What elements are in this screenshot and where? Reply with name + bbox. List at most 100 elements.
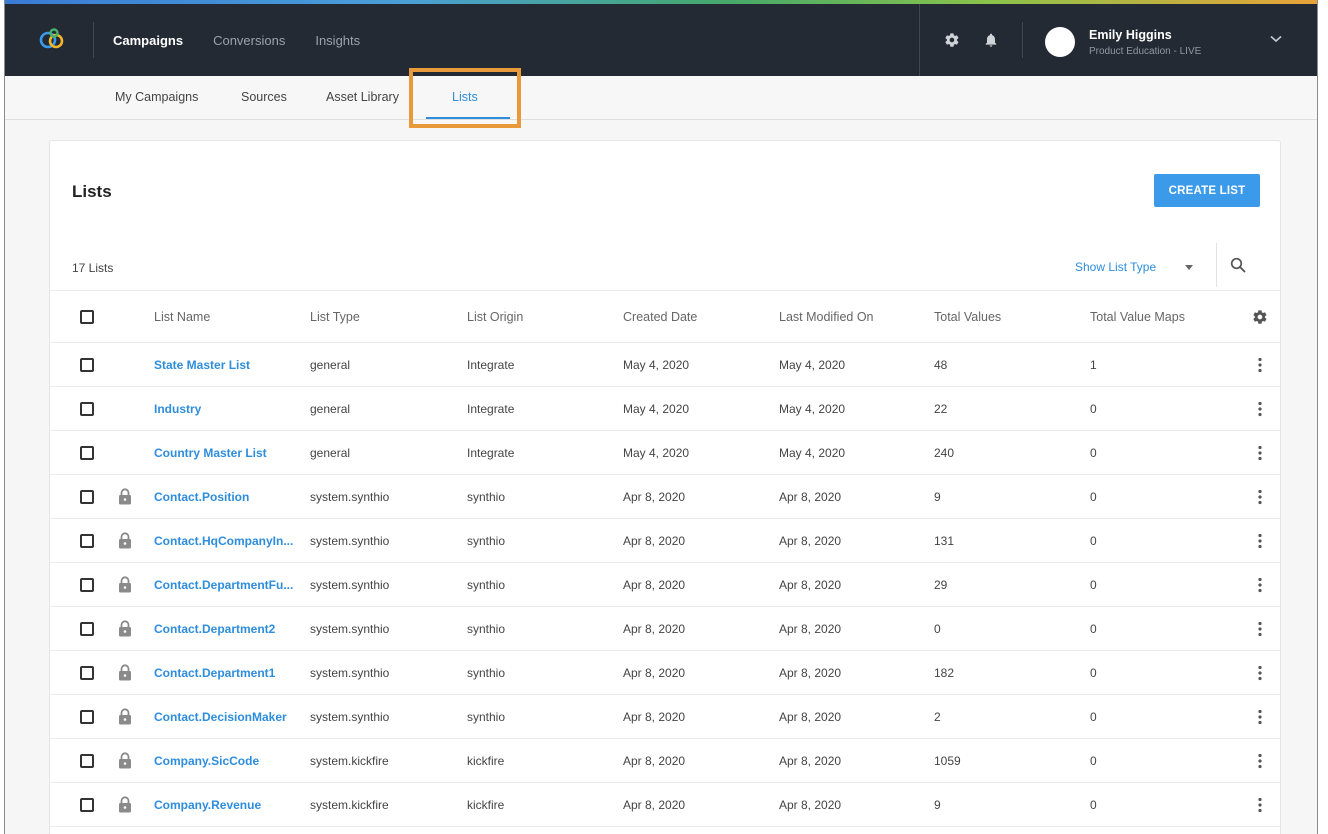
kebab-menu-icon[interactable] <box>1255 489 1265 505</box>
column-header-list-origin[interactable]: List Origin <box>467 291 523 342</box>
table-row[interactable]: Company.Revenue system.kickfire kickfire… <box>50 783 1280 827</box>
row-checkbox[interactable] <box>80 533 94 548</box>
kebab-menu-icon[interactable] <box>1255 753 1265 769</box>
row-checkbox[interactable] <box>80 357 94 372</box>
table-row[interactable]: Industry general Integrate May 4, 2020 M… <box>50 387 1280 431</box>
created-date: May 4, 2020 <box>623 445 690 460</box>
list-origin: kickfire <box>467 797 505 812</box>
total-value-maps: 0 <box>1090 489 1097 504</box>
kebab-menu-icon[interactable] <box>1255 533 1265 549</box>
gear-icon[interactable] <box>944 32 960 48</box>
total-value-maps: 0 <box>1090 665 1097 680</box>
topbar-separator <box>1022 22 1023 58</box>
lock-icon <box>119 531 131 548</box>
list-name-link[interactable]: Contact.DepartmentFu... <box>154 563 293 606</box>
list-name-link[interactable]: Contact.Department1 <box>154 651 275 694</box>
list-name-link[interactable]: Contact.DecisionMaker <box>154 695 287 738</box>
tab-my-campaigns[interactable]: My Campaigns <box>115 90 198 104</box>
list-name-link[interactable]: Company.Revenue <box>154 783 261 826</box>
created-date: Apr 8, 2020 <box>623 533 686 548</box>
table-row[interactable]: Contact.Department1 system.synthio synth… <box>50 651 1280 695</box>
column-header-list-type[interactable]: List Type <box>310 291 360 342</box>
gear-icon[interactable] <box>1252 309 1268 325</box>
total-value-maps: 0 <box>1090 445 1097 460</box>
list-origin: kickfire <box>467 753 505 768</box>
create-list-button[interactable]: CREATE LIST <box>1154 174 1260 207</box>
table-row[interactable]: Company.SicCode system.kickfire kickfire… <box>50 739 1280 783</box>
column-header-list-name[interactable]: List Name <box>154 291 210 342</box>
table-row[interactable]: Contact.DepartmentFu... system.synthio s… <box>50 563 1280 607</box>
kebab-menu-icon[interactable] <box>1255 621 1265 637</box>
nav-campaigns[interactable]: Campaigns <box>113 33 183 48</box>
avatar[interactable] <box>1045 27 1075 57</box>
column-header-last-modified[interactable]: Last Modified On <box>779 291 874 342</box>
kebab-menu-icon[interactable] <box>1255 665 1265 681</box>
total-value-maps: 0 <box>1090 533 1097 548</box>
last-modified-date: Apr 8, 2020 <box>779 621 842 636</box>
list-name-link[interactable]: Company.SicCode <box>154 739 259 782</box>
app-window: Campaigns Conversions Insights Emily Hig… <box>4 0 1318 834</box>
row-checkbox[interactable] <box>80 577 94 592</box>
table-row[interactable]: Contact.DecisionMaker system.synthio syn… <box>50 695 1280 739</box>
row-checkbox[interactable] <box>80 489 94 504</box>
select-all-checkbox[interactable] <box>80 309 94 324</box>
topbar-divider <box>93 22 94 58</box>
nav-insights[interactable]: Insights <box>315 33 360 48</box>
last-modified-date: Apr 8, 2020 <box>779 533 842 548</box>
tab-asset-library[interactable]: Asset Library <box>326 90 399 104</box>
list-name-link[interactable]: Industry <box>154 387 201 430</box>
column-header-created-date[interactable]: Created Date <box>623 291 697 342</box>
row-checkbox[interactable] <box>80 445 94 460</box>
kebab-menu-icon[interactable] <box>1255 709 1265 725</box>
column-header-total-values[interactable]: Total Values <box>934 291 1001 342</box>
bell-icon[interactable] <box>983 32 999 48</box>
row-checkbox[interactable] <box>80 401 94 416</box>
kebab-menu-icon[interactable] <box>1255 445 1265 461</box>
created-date: May 4, 2020 <box>623 401 690 416</box>
row-checkbox[interactable] <box>80 753 94 768</box>
table-row[interactable]: State Master List general Integrate May … <box>50 343 1280 387</box>
total-values: 1059 <box>934 753 961 768</box>
kebab-menu-icon[interactable] <box>1255 357 1265 373</box>
row-checkbox[interactable] <box>80 709 94 724</box>
user-name[interactable]: Emily Higgins <box>1089 28 1172 42</box>
brand-logo-icon[interactable] <box>39 28 65 50</box>
row-checkbox[interactable] <box>80 797 94 812</box>
list-type: general <box>310 401 351 416</box>
list-name-link[interactable]: Country Master List <box>154 431 267 474</box>
nav-conversions[interactable]: Conversions <box>213 33 285 48</box>
lists-panel: Lists CREATE LIST 17 Lists Show List Typ… <box>49 140 1281 834</box>
total-values: 9 <box>934 489 941 504</box>
kebab-menu-icon[interactable] <box>1255 401 1265 417</box>
table-row[interactable]: Country Master List general Integrate Ma… <box>50 431 1280 475</box>
list-name-link[interactable]: State Master List <box>154 343 250 386</box>
list-name-link[interactable]: Contact.Department2 <box>154 607 275 650</box>
created-date: Apr 8, 2020 <box>623 797 686 812</box>
total-value-maps: 0 <box>1090 753 1097 768</box>
kebab-menu-icon[interactable] <box>1255 797 1265 813</box>
column-header-total-value-maps[interactable]: Total Value Maps <box>1090 291 1185 342</box>
row-checkbox[interactable] <box>80 621 94 636</box>
row-checkbox[interactable] <box>80 665 94 680</box>
tab-sources[interactable]: Sources <box>241 90 287 104</box>
table-row[interactable]: Contact.Position system.synthio synthio … <box>50 475 1280 519</box>
table-row[interactable]: Contact.HqCompanyIn... system.synthio sy… <box>50 519 1280 563</box>
show-list-type-dropdown[interactable]: Show List Type <box>1075 260 1156 274</box>
created-date: Apr 8, 2020 <box>623 753 686 768</box>
total-value-maps: 0 <box>1090 577 1097 592</box>
lock-icon <box>119 487 131 504</box>
list-name-link[interactable]: Contact.Position <box>154 475 249 518</box>
search-icon[interactable] <box>1230 257 1246 273</box>
list-type: system.kickfire <box>310 753 389 768</box>
table-row[interactable]: Contact.Department2 system.synthio synth… <box>50 607 1280 651</box>
caret-down-icon[interactable] <box>1185 265 1193 270</box>
chevron-down-icon[interactable] <box>1270 35 1282 43</box>
list-type: system.kickfire <box>310 797 389 812</box>
list-name-link[interactable]: Contact.HqCompanyIn... <box>154 519 293 562</box>
kebab-menu-icon[interactable] <box>1255 577 1265 593</box>
last-modified-date: Apr 8, 2020 <box>779 709 842 724</box>
topbar-user-area: Emily Higgins Product Education - LIVE <box>919 4 1317 76</box>
total-value-maps: 0 <box>1090 797 1097 812</box>
list-origin: synthio <box>467 665 506 680</box>
list-type: system.synthio <box>310 577 390 592</box>
